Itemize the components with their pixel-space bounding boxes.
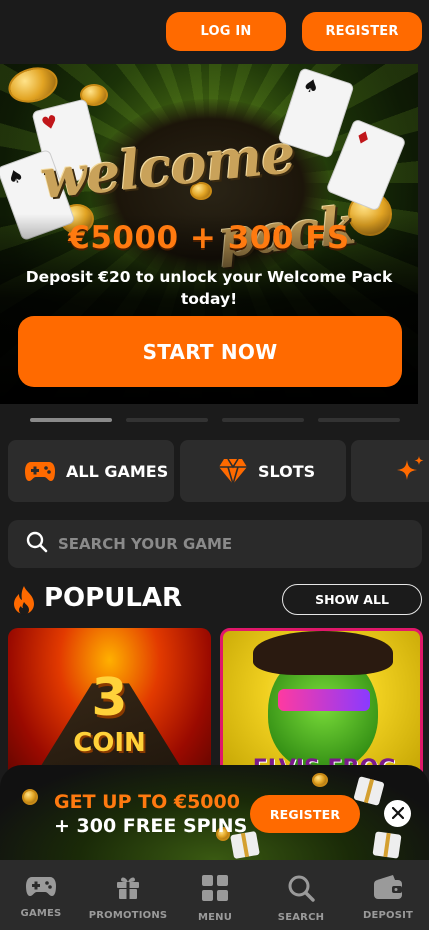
game-title-text: COIN <box>73 728 146 758</box>
close-promo-button[interactable] <box>384 800 411 827</box>
register-button[interactable]: REGISTER <box>302 12 422 51</box>
game-search-bar[interactable] <box>8 520 422 568</box>
login-button[interactable]: LOG IN <box>166 12 286 51</box>
nav-label: MENU <box>197 912 233 923</box>
coin-decoration <box>22 789 38 805</box>
gift-decoration <box>372 831 402 859</box>
game-card-3-coin-volcanoes[interactable]: 3 COIN <box>8 628 211 788</box>
nav-label: GAMES <box>20 908 62 919</box>
popular-section-title: POPULAR <box>44 583 183 613</box>
nav-search[interactable]: SEARCH <box>268 860 334 930</box>
gamepad-icon <box>25 874 57 902</box>
category-label: SLOTS <box>258 461 316 481</box>
bottom-navigation: GAMES PROMOTIONS MENU SEARCH DEPOSIT <box>0 860 429 930</box>
carousel-dot[interactable] <box>318 418 400 422</box>
search-icon <box>287 874 315 906</box>
gift-decoration <box>353 776 385 806</box>
promo-register-banner: GET UP TO €5000 + 300 FREE SPINS REGISTE… <box>0 765 429 860</box>
nav-promotions[interactable]: PROMOTIONS <box>88 860 168 930</box>
carousel-dot[interactable] <box>222 418 304 422</box>
top-bar: LOG IN REGISTER <box>0 0 429 64</box>
frog-glasses-art <box>278 689 370 711</box>
category-slots[interactable]: SLOTS <box>180 440 346 502</box>
promo-headline: GET UP TO €5000 <box>54 791 240 813</box>
nav-deposit[interactable]: DEPOSIT <box>355 860 421 930</box>
nav-label: SEARCH <box>277 912 325 923</box>
search-icon <box>26 531 48 557</box>
category-label: ALL GAMES <box>66 461 169 481</box>
flame-icon <box>12 585 36 619</box>
bonus-subtitle: Deposit €20 to unlock your Welcome Pack … <box>25 268 393 308</box>
category-all-games[interactable]: ALL GAMES <box>8 440 174 502</box>
nav-games[interactable]: GAMES <box>8 860 74 930</box>
nav-menu[interactable]: MENU <box>182 860 248 930</box>
wallet-icon <box>373 874 403 904</box>
category-new[interactable] <box>351 440 429 502</box>
gamepad-icon <box>24 459 56 483</box>
diamond-icon <box>218 457 248 485</box>
gift-icon <box>115 874 141 904</box>
welcome-pack-banner[interactable]: ♥ ♠ ♠ ♦ welcome pack €5000 + 300 FS Depo… <box>0 64 418 404</box>
coin-decoration <box>312 773 328 787</box>
casino-home-page: LOG IN REGISTER ♥ ♠ ♠ ♦ welcome pack €50… <box>0 0 429 930</box>
game-title-number: 3 <box>91 668 128 728</box>
carousel-dot-active[interactable] <box>30 418 112 422</box>
nav-label: DEPOSIT <box>362 910 414 921</box>
promo-subheadline: + 300 FREE SPINS <box>54 815 248 837</box>
grid-icon <box>201 874 229 906</box>
bonus-amount: €5000 + 300 FS <box>68 220 350 256</box>
frog-hair-art <box>253 631 393 675</box>
game-card-elvis-frog[interactable]: ELVIS FROG <box>220 628 423 788</box>
promo-register-button[interactable]: REGISTER <box>250 795 360 833</box>
close-icon <box>391 804 404 823</box>
start-now-button[interactable]: START NOW <box>18 316 402 387</box>
carousel-indicators <box>0 418 429 424</box>
show-all-button[interactable]: SHOW ALL <box>282 584 422 615</box>
carousel-dot[interactable] <box>126 418 208 422</box>
nav-label: PROMOTIONS <box>88 910 168 921</box>
sparkles-icon <box>393 454 427 488</box>
search-input[interactable] <box>58 535 388 553</box>
